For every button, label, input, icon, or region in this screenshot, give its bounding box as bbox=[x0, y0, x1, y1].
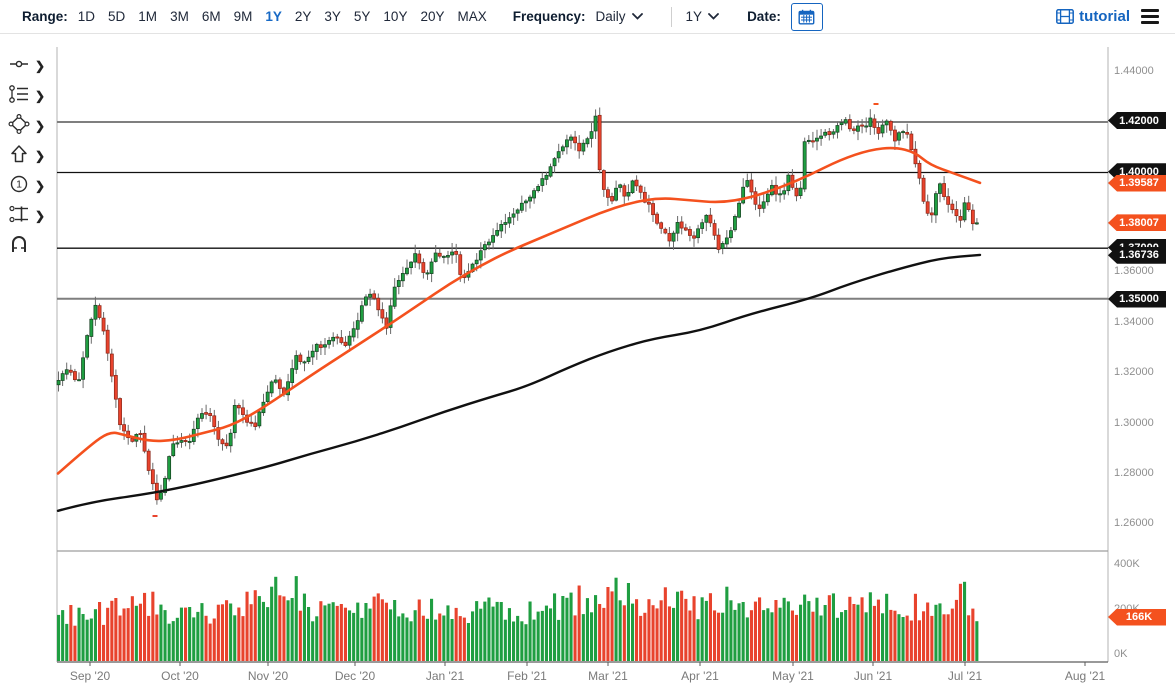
x-axis-month-label: Sep '20 bbox=[69, 669, 111, 683]
measure-tool[interactable]: ❯ bbox=[8, 203, 52, 229]
chevron-right-icon: ❯ bbox=[35, 89, 46, 103]
chevron-right-icon: ❯ bbox=[35, 209, 46, 223]
x-axis-month-label: Aug '21 bbox=[1064, 669, 1106, 683]
ma200-line[interactable] bbox=[56, 253, 982, 512]
chevron-right-icon: ❯ bbox=[35, 59, 46, 73]
low-marker bbox=[152, 515, 158, 517]
y-axis-label: 1.32000 bbox=[1114, 366, 1154, 378]
chevron-right-icon: ❯ bbox=[35, 119, 46, 133]
price-badge-ma50-value: 1.39587 bbox=[1108, 174, 1166, 192]
fibonacci-tool[interactable]: ❯ bbox=[8, 83, 52, 109]
x-axis-month-label: Oct '20 bbox=[161, 669, 199, 683]
svg-text:1: 1 bbox=[16, 178, 22, 190]
x-axis-month-label: Apr '21 bbox=[681, 669, 719, 683]
trendline-tool[interactable]: ❯ bbox=[8, 53, 52, 79]
plot-borders bbox=[56, 47, 1109, 663]
magnet-tool[interactable] bbox=[8, 233, 52, 259]
x-axis-month-label: Dec '20 bbox=[334, 669, 376, 683]
arrow-tool-icon bbox=[8, 144, 30, 169]
price-badge-last-price: 1.38007 bbox=[1108, 214, 1166, 232]
chevron-right-icon: ❯ bbox=[35, 179, 46, 193]
y-axis-label: 1.34000 bbox=[1114, 316, 1154, 328]
fibonacci-tool-icon bbox=[8, 84, 30, 109]
y-axis-label: 1.28000 bbox=[1114, 467, 1154, 479]
y-axis-label: 1.44000 bbox=[1114, 65, 1154, 77]
volume-bars-layer bbox=[57, 576, 979, 661]
annotation-number-tool[interactable]: 1 ❯ bbox=[8, 173, 52, 199]
arrow-tool[interactable]: ❯ bbox=[8, 143, 52, 169]
volume-axis-label: 0K bbox=[1114, 648, 1128, 660]
magnet-tool-icon bbox=[8, 234, 30, 259]
price-chart[interactable] bbox=[0, 0, 1175, 690]
app-window: { "toolbar": { "range_label": "Range:", … bbox=[0, 0, 1175, 690]
shape-tool[interactable]: ❯ bbox=[8, 113, 52, 139]
high-marker bbox=[873, 103, 879, 105]
candle-wicks-layer bbox=[58, 107, 978, 505]
shape-tool-icon bbox=[8, 113, 30, 139]
trendline-tool-icon bbox=[8, 54, 30, 79]
x-axis-month-label: Jun '21 bbox=[853, 669, 893, 683]
price-badge-last-volume: 166K bbox=[1108, 608, 1166, 626]
chevron-right-icon: ❯ bbox=[35, 149, 46, 163]
price-badge-ma200-value: 1.36736 bbox=[1108, 246, 1166, 264]
y-axis-label: 1.30000 bbox=[1114, 417, 1154, 429]
price-badge-level: 1.35000 bbox=[1108, 290, 1166, 308]
x-axis-month-label: Mar '21 bbox=[588, 669, 628, 683]
x-axis-month-label: Jul '21 bbox=[947, 669, 983, 683]
annotation-number-tool-icon: 1 bbox=[8, 174, 30, 199]
price-badge-level: 1.42000 bbox=[1108, 112, 1166, 129]
y-axis-label: 1.26000 bbox=[1114, 517, 1154, 529]
y-axis-label: 1.36000 bbox=[1114, 265, 1154, 277]
volume-axis-label: 400K bbox=[1114, 558, 1140, 570]
x-axis-month-label: May '21 bbox=[772, 669, 814, 683]
x-axis-month-label: Jan '21 bbox=[425, 669, 465, 683]
x-axis-month-label: Feb '21 bbox=[507, 669, 547, 683]
measure-tool-icon bbox=[8, 204, 30, 229]
x-axis-month-label: Nov '20 bbox=[247, 669, 289, 683]
